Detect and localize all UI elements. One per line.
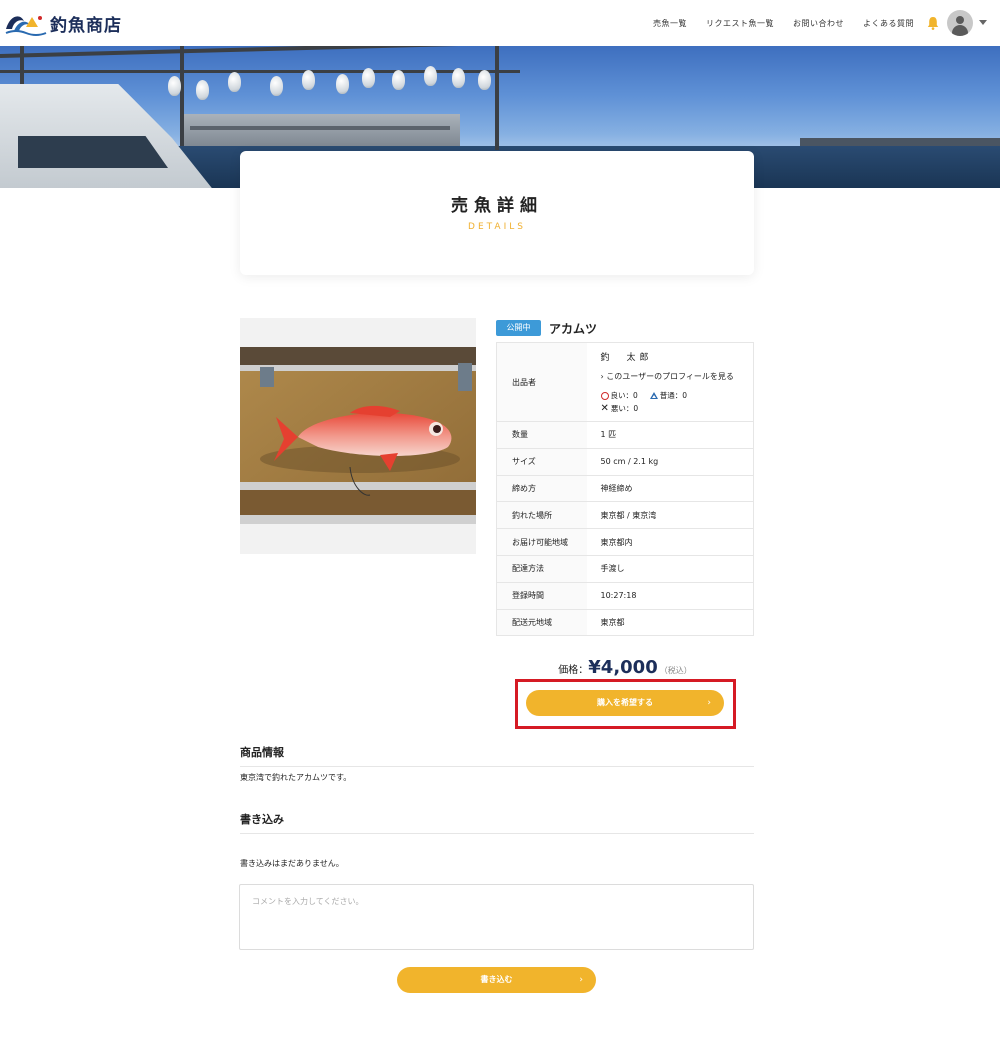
- price-display: 価格：¥4,000 （税込）: [496, 657, 754, 678]
- row-value: 1 匹: [586, 421, 754, 449]
- table-row: 数量 1 匹: [496, 421, 754, 449]
- row-value: 東京都 / 東京湾: [586, 501, 754, 529]
- product-info-text: 東京湾で釣れたアカムツです。: [240, 773, 352, 782]
- row-value: 神経締め: [586, 474, 754, 502]
- row-value: 10:27:18: [586, 581, 754, 610]
- status-badge: 公開中: [496, 320, 541, 336]
- write-comment-button[interactable]: 書き込む ›: [397, 967, 596, 993]
- product-info-heading: 商品情報: [240, 744, 754, 767]
- fish-photo[interactable]: [240, 347, 476, 524]
- row-key: 数量: [496, 421, 587, 449]
- rating-summary: 良い：0 普通：0: [600, 390, 754, 401]
- chevron-right-icon: ›: [579, 975, 583, 985]
- table-row: サイズ 50 cm / 2.1 kg: [496, 447, 754, 476]
- logo-text: 釣魚商店: [50, 15, 122, 36]
- page-title: 売魚詳細: [451, 196, 543, 216]
- row-value: 東京都: [586, 608, 754, 636]
- avatar-icon[interactable]: [947, 10, 973, 36]
- price-tax-note: （税込）: [659, 666, 692, 675]
- triangle-normal-icon: [649, 392, 658, 399]
- row-key: 締め方: [496, 474, 587, 502]
- chevron-right-icon: ›: [707, 698, 711, 708]
- table-row: 配送元地域 東京都: [496, 608, 754, 636]
- fish-name: アカムツ: [549, 322, 598, 336]
- nav-item-faq[interactable]: よくある質問: [863, 18, 914, 29]
- rating-good: 良い：0: [610, 391, 638, 400]
- nav-item-contact[interactable]: お問い合わせ: [793, 18, 844, 29]
- row-key: 配送元地域: [496, 608, 587, 636]
- table-row: お届け可能地域 東京都内: [496, 528, 754, 556]
- rating-normal: 普通：0: [659, 391, 688, 400]
- table-row-seller: 出品者 釣 太郎 › このユーザーのプロフィールを見る 良い：0 普通：0 ✕ …: [496, 342, 754, 422]
- nav-item-sale-fish[interactable]: 売魚一覧: [653, 18, 687, 29]
- row-key: 出品者: [496, 342, 587, 422]
- buy-request-label: 購入を希望する: [597, 698, 653, 707]
- rating-bad: 悪い：0: [610, 404, 639, 413]
- row-value: 手渡し: [586, 554, 754, 583]
- page-subtitle: DETAILS: [468, 222, 526, 232]
- main-nav: 売魚一覧 リクエスト魚一覧 お問い合わせ よくある質問: [653, 0, 914, 46]
- row-key: お届け可能地域: [496, 528, 587, 556]
- row-key: サイズ: [496, 447, 587, 476]
- row-value: 50 cm / 2.1 kg: [586, 447, 754, 476]
- comments-empty-text: 書き込みはまだありません。: [240, 859, 344, 868]
- write-comment-label: 書き込む: [480, 975, 513, 984]
- price-label: 価格：: [558, 665, 589, 676]
- wave-logo-icon: [5, 16, 47, 36]
- table-row: 配達方法 手渡し: [496, 554, 754, 583]
- chevron-right-icon: ›: [600, 372, 604, 381]
- profile-link[interactable]: › このユーザーのプロフィールを見る: [601, 371, 754, 382]
- circle-good-icon: [600, 391, 609, 400]
- row-key: 登録時間: [496, 581, 587, 610]
- comments-heading: 書き込み: [240, 811, 754, 834]
- table-row: 登録時間 10:27:18: [496, 581, 754, 610]
- site-header: 釣魚商店 売魚一覧 リクエスト魚一覧 お問い合わせ よくある質問: [0, 0, 1000, 46]
- profile-link-label: このユーザーのプロフィールを見る: [606, 372, 734, 381]
- table-row: 締め方 神経締め: [496, 474, 754, 502]
- comment-input[interactable]: [239, 884, 754, 950]
- caret-down-icon[interactable]: [979, 20, 987, 25]
- row-key: 配達方法: [496, 554, 587, 583]
- row-key: 釣れた場所: [496, 501, 587, 529]
- nav-item-request-fish[interactable]: リクエスト魚一覧: [706, 18, 774, 29]
- row-value: 東京都内: [586, 528, 754, 556]
- buy-request-button[interactable]: 購入を希望する ›: [526, 690, 724, 716]
- rating-bad-row: ✕ 悪い：0: [601, 403, 754, 414]
- price-value: ¥4,000: [588, 657, 658, 678]
- site-logo[interactable]: 釣魚商店: [4, 8, 124, 38]
- seller-name: 釣 太郎: [600, 353, 653, 363]
- page-title-card: 売魚詳細 DETAILS: [240, 151, 754, 275]
- cross-bad-icon: ✕: [600, 402, 609, 414]
- fish-photo-frame: [240, 318, 476, 554]
- bell-icon[interactable]: [927, 16, 939, 30]
- table-row: 釣れた場所 東京都 / 東京湾: [496, 501, 754, 529]
- fish-detail-table: 出品者 釣 太郎 › このユーザーのプロフィールを見る 良い：0 普通：0 ✕ …: [496, 342, 754, 637]
